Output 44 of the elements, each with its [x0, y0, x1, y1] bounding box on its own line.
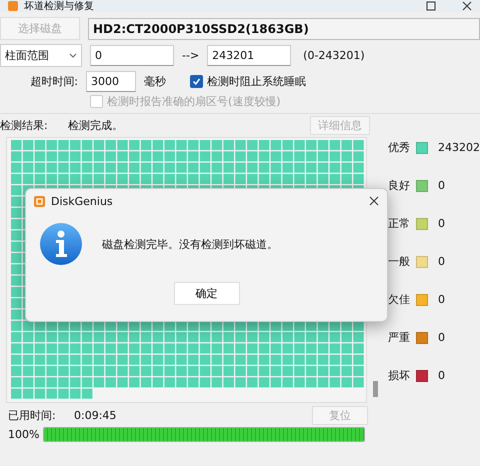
- progress-percent: 100%: [8, 428, 40, 441]
- legend-count: 243202: [438, 141, 480, 154]
- legend-label: 严重: [388, 330, 410, 345]
- elapsed-time: 0:09:45: [74, 409, 118, 422]
- elapsed-label: 已用时间:: [8, 408, 57, 423]
- range-dropdown[interactable]: 柱面范围: [0, 44, 82, 67]
- checkmark-icon: [192, 77, 201, 86]
- range-hint: (0-243201): [303, 49, 365, 62]
- app-icon: [34, 196, 45, 206]
- legend-label: 正常: [388, 216, 410, 231]
- legend-count: 0: [438, 179, 445, 192]
- dialog-title: DiskGenius: [51, 194, 114, 208]
- disk-name-field: HD2:CT2000P310SSD2(1863GB): [88, 18, 480, 40]
- close-icon[interactable]: [462, 1, 472, 11]
- legend-label: 优秀: [388, 140, 410, 155]
- chevron-icon: [69, 53, 77, 58]
- unit-label: 毫秒: [144, 74, 166, 89]
- result-text: 检测完成。: [68, 118, 124, 133]
- legend-count: 0: [438, 369, 445, 382]
- legend-label: 欠佳: [388, 292, 410, 307]
- dialog-message: 磁盘检测完毕。没有检测到坏磁道。: [102, 236, 278, 252]
- checkbox-label: 检测时报告准确的扇区号(速度较慢): [107, 94, 281, 109]
- window-title: 坏道检测与修复: [24, 0, 95, 13]
- legend-label: 良好: [388, 178, 410, 193]
- legend-label: 一般: [388, 254, 410, 269]
- info-icon: [40, 223, 82, 265]
- legend-label: 损坏: [388, 368, 410, 383]
- close-icon[interactable]: [369, 196, 379, 206]
- timeout-field[interactable]: 3000: [86, 71, 136, 92]
- timeout-label: 超时时间:: [29, 74, 78, 89]
- maximize-icon[interactable]: [426, 1, 436, 11]
- legend-count: 0: [438, 331, 445, 344]
- arrow-text: -->: [182, 49, 200, 62]
- app-icon: [8, 1, 18, 11]
- start-field[interactable]: 0: [90, 45, 174, 66]
- legend-count: 0: [438, 255, 445, 268]
- ok-button[interactable]: 确定: [174, 282, 240, 305]
- legend-count: 0: [438, 217, 445, 230]
- end-field[interactable]: 243201: [207, 45, 292, 66]
- checkbox[interactable]: [190, 75, 203, 88]
- result-label: 检测结果:: [0, 118, 49, 133]
- legend-count: 0: [438, 293, 445, 306]
- scrollbar-thumb[interactable]: [373, 381, 378, 397]
- checkbox-label: 检测时阻止系统睡眠: [207, 74, 306, 89]
